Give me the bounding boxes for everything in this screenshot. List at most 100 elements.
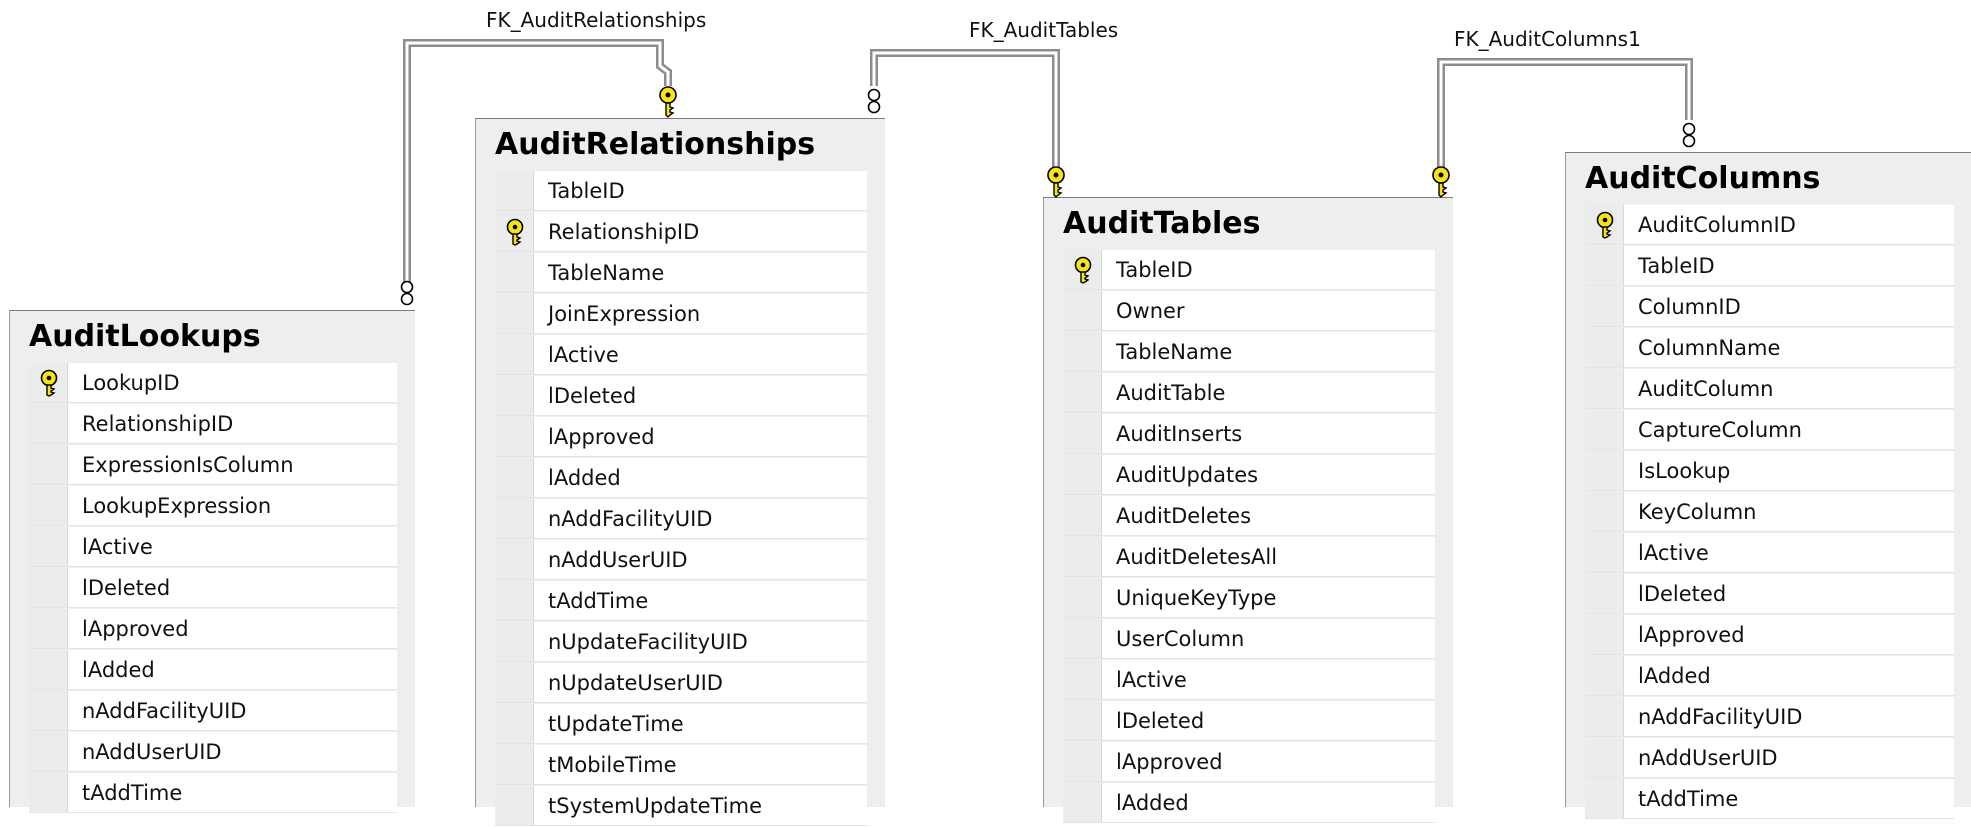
column-row[interactable]: lActive (1585, 533, 1954, 573)
column-row[interactable]: lDeleted (1585, 574, 1954, 614)
row-selector[interactable] (1585, 533, 1624, 572)
column-row[interactable]: nAddUserUID (1585, 738, 1954, 778)
row-selector[interactable] (29, 609, 68, 648)
row-selector[interactable] (29, 732, 68, 771)
row-selector[interactable] (495, 458, 534, 497)
column-row[interactable]: UniqueKeyType (1063, 578, 1435, 618)
column-row[interactable]: RelationshipID (495, 212, 867, 252)
column-row[interactable]: nUpdateFacilityUID (495, 622, 867, 662)
column-row[interactable]: lAdded (495, 458, 867, 498)
column-row[interactable]: UserColumn (1063, 619, 1435, 659)
row-selector[interactable] (29, 568, 68, 607)
column-row[interactable]: nAddFacilityUID (29, 691, 397, 731)
row-selector[interactable] (495, 335, 534, 374)
row-selector[interactable] (1063, 578, 1102, 617)
column-row[interactable]: AuditColumn (1585, 369, 1954, 409)
column-row[interactable]: lApproved (29, 609, 397, 649)
row-selector[interactable] (1063, 783, 1102, 822)
row-selector[interactable] (29, 773, 68, 812)
row-selector[interactable] (1585, 328, 1624, 367)
row-selector[interactable] (29, 527, 68, 566)
column-row[interactable]: lApproved (1585, 615, 1954, 655)
row-selector[interactable] (1063, 537, 1102, 576)
column-row[interactable]: lActive (1063, 660, 1435, 700)
row-selector[interactable] (29, 486, 68, 525)
row-selector[interactable] (495, 540, 534, 579)
column-row[interactable]: JoinExpression (495, 294, 867, 334)
row-selector[interactable] (1063, 742, 1102, 781)
column-row[interactable]: nUpdateUserUID (495, 663, 867, 703)
column-row[interactable]: nAddFacilityUID (495, 499, 867, 539)
row-selector[interactable] (1063, 701, 1102, 740)
row-selector[interactable] (1585, 697, 1624, 736)
column-row[interactable]: TableID (495, 171, 867, 211)
column-row[interactable]: nAddUserUID (29, 732, 397, 772)
row-selector[interactable] (1585, 738, 1624, 777)
column-row[interactable]: tAddTime (1585, 779, 1954, 819)
relationship-line-fk-audittables[interactable] (867, 49, 1065, 198)
row-selector[interactable] (495, 171, 534, 210)
column-row[interactable]: TableID (1585, 246, 1954, 286)
column-row[interactable]: tUpdateTime (495, 704, 867, 744)
column-row[interactable]: LookupID (29, 363, 397, 403)
column-row[interactable]: lApproved (1063, 742, 1435, 782)
column-row[interactable]: KeyColumn (1585, 492, 1954, 532)
column-row[interactable]: lAdded (29, 650, 397, 690)
column-row[interactable]: TableID (1063, 250, 1435, 290)
row-selector[interactable] (1063, 332, 1102, 371)
row-selector[interactable] (1063, 455, 1102, 494)
row-selector[interactable] (495, 663, 534, 702)
column-row[interactable]: AuditColumnID (1585, 205, 1954, 245)
column-row[interactable]: RelationshipID (29, 404, 397, 444)
column-row[interactable]: AuditDeletes (1063, 496, 1435, 536)
column-row[interactable]: lActive (29, 527, 397, 567)
column-row[interactable]: AuditTable (1063, 373, 1435, 413)
table-auditrelationships[interactable]: AuditRelationships TableID RelationshipID… (475, 118, 885, 826)
row-selector[interactable] (1585, 246, 1624, 285)
row-selector[interactable] (495, 212, 534, 251)
column-row[interactable]: ColumnID (1585, 287, 1954, 327)
row-selector[interactable] (1063, 373, 1102, 412)
row-selector[interactable] (29, 650, 68, 689)
column-row[interactable]: Owner (1063, 291, 1435, 331)
row-selector[interactable] (1585, 451, 1624, 490)
column-row[interactable]: tAddTime (495, 581, 867, 621)
row-selector[interactable] (1585, 205, 1624, 244)
row-selector[interactable] (29, 363, 68, 402)
row-selector[interactable] (29, 445, 68, 484)
column-row[interactable]: lDeleted (495, 376, 867, 416)
row-selector[interactable] (495, 622, 534, 661)
column-row[interactable]: TableName (1063, 332, 1435, 372)
column-row[interactable]: nAddFacilityUID (1585, 697, 1954, 737)
row-selector[interactable] (495, 417, 534, 456)
row-selector[interactable] (1063, 250, 1102, 289)
column-row[interactable]: AuditDeletesAll (1063, 537, 1435, 577)
row-selector[interactable] (1585, 574, 1624, 613)
column-row[interactable]: IsLookup (1585, 451, 1954, 491)
column-row[interactable]: nAddUserUID (495, 540, 867, 580)
row-selector[interactable] (1063, 660, 1102, 699)
row-selector[interactable] (29, 691, 68, 730)
row-selector[interactable] (495, 253, 534, 292)
column-row[interactable]: lApproved (495, 417, 867, 457)
column-row[interactable]: lDeleted (1063, 701, 1435, 741)
row-selector[interactable] (1585, 410, 1624, 449)
column-row[interactable]: tMobileTime (495, 745, 867, 785)
column-row[interactable]: AuditUpdates (1063, 455, 1435, 495)
row-selector[interactable] (495, 376, 534, 415)
row-selector[interactable] (495, 294, 534, 333)
column-row[interactable]: lActive (495, 335, 867, 375)
column-row[interactable]: ColumnName (1585, 328, 1954, 368)
row-selector[interactable] (495, 499, 534, 538)
row-selector[interactable] (1585, 779, 1624, 818)
column-row[interactable]: AuditInserts (1063, 414, 1435, 454)
row-selector[interactable] (1063, 291, 1102, 330)
column-row[interactable]: ExpressionIsColumn (29, 445, 397, 485)
row-selector[interactable] (495, 745, 534, 784)
column-row[interactable]: LookupExpression (29, 486, 397, 526)
column-row[interactable]: CaptureColumn (1585, 410, 1954, 450)
row-selector[interactable] (1585, 287, 1624, 326)
row-selector[interactable] (1585, 615, 1624, 654)
row-selector[interactable] (1063, 414, 1102, 453)
row-selector[interactable] (1063, 496, 1102, 535)
